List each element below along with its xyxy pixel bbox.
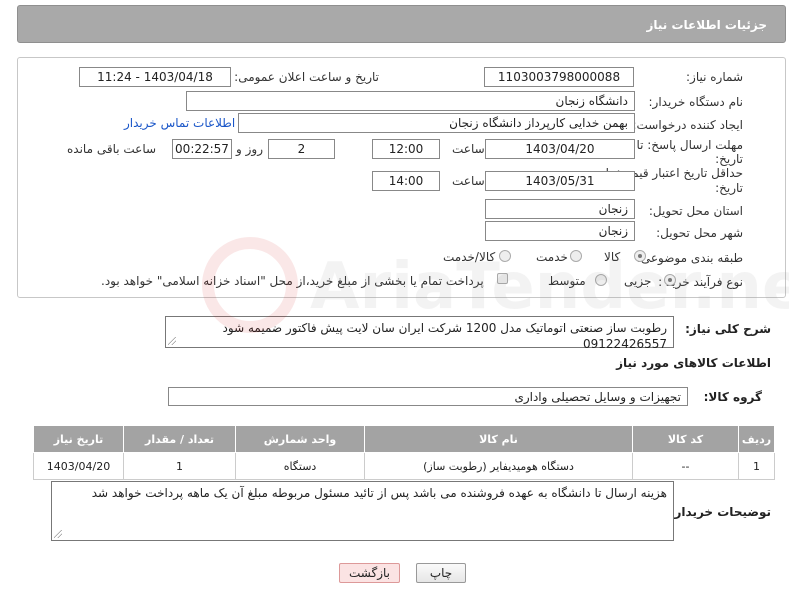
goods-group-field: تجهیزات و وسایل تحصیلی واداری — [168, 387, 688, 406]
category-service-label: خدمت — [536, 250, 568, 264]
cell-date: 1403/04/20 — [33, 452, 124, 480]
back-button[interactable]: بازگشت — [339, 563, 400, 583]
category-label: طبقه بندی موضوعی: — [636, 251, 743, 265]
cell-qty: 1 — [123, 452, 236, 480]
col-date: تاریخ نیاز — [33, 425, 124, 453]
announce-datetime-label: تاریخ و ساعت اعلان عمومی: — [234, 70, 379, 84]
page-title: جزئیات اطلاعات نیاز — [646, 18, 767, 32]
print-button[interactable]: چاپ — [416, 563, 466, 583]
requester-label: ایجاد کننده درخواست: — [632, 118, 743, 132]
need-number-field: 1103003798000088 — [484, 67, 634, 87]
process-medium-label: متوسط — [548, 274, 586, 288]
reply-time-field: 12:00 — [372, 139, 440, 159]
time-remaining-label: ساعت باقی مانده — [67, 142, 157, 156]
remaining-time-field: 00:22:57 — [172, 139, 232, 159]
requester-field: بهمن خدایی کارپرداز دانشگاه زنجان — [238, 113, 635, 133]
cell-row: 1 — [738, 452, 775, 480]
cell-name: دستگاه هومیدیفایر (رطوبت ساز) — [364, 452, 633, 480]
buyer-org-field: دانشگاه زنجان — [186, 91, 635, 111]
goods-info-title: اطلاعات کالاهای مورد نیاز — [616, 356, 771, 370]
reply-deadline-label-line2: تاریخ: — [715, 152, 743, 166]
cell-unit: دستگاه — [235, 452, 365, 480]
resize-grip-icon[interactable] — [54, 530, 62, 538]
price-validity-label-line2: تاریخ: — [715, 181, 743, 195]
buyer-notes-text: هزینه ارسال تا دانشگاه به عهده فروشنده م… — [91, 486, 667, 500]
category-goods-label: کالا — [604, 250, 621, 264]
remaining-days-field: 2 — [268, 139, 335, 159]
reply-date-field: 1403/04/20 — [485, 139, 635, 159]
general-description-label: شرح کلی نیاز: — [685, 322, 771, 336]
category-goods-radio[interactable] — [634, 250, 646, 262]
page-header: جزئیات اطلاعات نیاز — [17, 5, 786, 43]
buyer-notes-textarea[interactable]: هزینه ارسال تا دانشگاه به عهده فروشنده م… — [51, 481, 674, 541]
day-and-label: روز و — [236, 142, 263, 156]
announce-datetime-field: 1403/04/18 - 11:24 — [79, 67, 231, 87]
col-qty: تعداد / مقدار — [123, 425, 236, 453]
goods-group-label: گروه کالا: — [703, 390, 762, 404]
general-description-textarea[interactable]: رطوبت ساز صنعتی اتوماتیک مدل 1200 شرکت ا… — [165, 316, 674, 351]
table-row: 1 -- دستگاه هومیدیفایر (رطوبت ساز) دستگا… — [33, 452, 775, 480]
process-medium-radio[interactable] — [595, 274, 607, 286]
col-code: کد کالا — [632, 425, 739, 453]
buyer-contact-link[interactable]: اطلاعات تماس خریدار — [124, 116, 235, 130]
category-goods-service-label: کالا/خدمت — [443, 250, 496, 264]
buyer-org-label: نام دستگاه خریدار: — [648, 95, 744, 109]
category-goods-service-radio[interactable] — [499, 250, 511, 262]
col-row: ردیف — [738, 425, 775, 453]
process-minor-radio[interactable] — [664, 274, 676, 286]
city-field: زنجان — [485, 221, 635, 241]
reply-time-label: ساعت — [452, 142, 485, 156]
cell-code: -- — [632, 452, 739, 480]
price-validity-time-field: 14:00 — [372, 171, 440, 191]
goods-table: ردیف کد کالا نام کالا واحد شمارش تعداد /… — [33, 425, 775, 480]
treasury-payment-note: پرداخت تمام یا بخشی از مبلغ خرید،از محل … — [101, 274, 484, 288]
col-name: نام کالا — [364, 425, 633, 453]
province-field: زنجان — [485, 199, 635, 219]
price-validity-date-field: 1403/05/31 — [485, 171, 635, 191]
col-unit: واحد شمارش — [235, 425, 365, 453]
treasury-payment-checkbox[interactable] — [497, 273, 508, 284]
province-label: استان محل تحویل: — [648, 204, 743, 218]
need-number-label: شماره نیاز: — [686, 70, 743, 84]
resize-grip-icon[interactable] — [168, 337, 176, 345]
category-service-radio[interactable] — [570, 250, 582, 262]
price-validity-time-label: ساعت — [452, 174, 485, 188]
reply-deadline-label-line1: مهلت ارسال پاسخ: تا — [636, 138, 743, 152]
goods-table-header: ردیف کد کالا نام کالا واحد شمارش تعداد /… — [33, 425, 775, 453]
general-description-text: رطوبت ساز صنعتی اتوماتیک مدل 1200 شرکت ا… — [222, 321, 667, 351]
process-minor-label: جزیی — [624, 274, 652, 288]
buyer-notes-label: توضیحات خریدار: — [669, 505, 771, 519]
city-label: شهر محل تحویل: — [656, 226, 743, 240]
